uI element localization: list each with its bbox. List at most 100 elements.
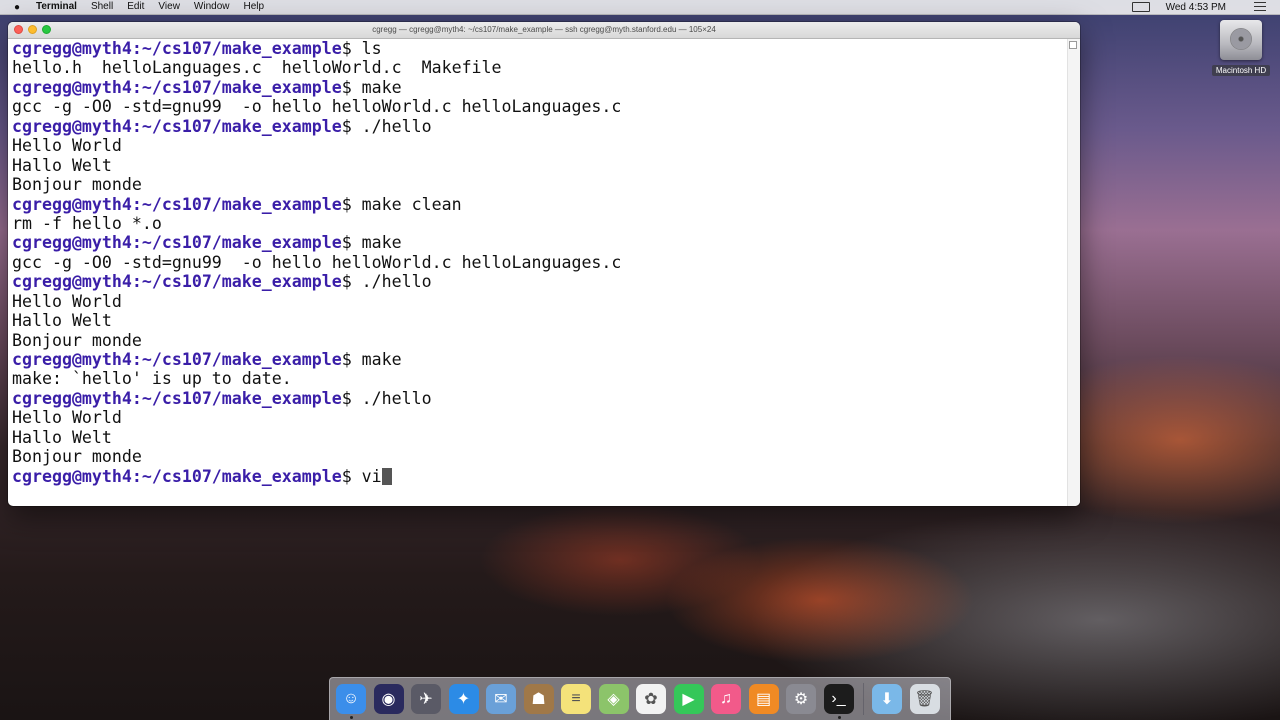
notes-icon[interactable]: ≡ (561, 684, 591, 714)
shell-command: $ ./hello (341, 116, 432, 136)
shell-command: $ ls (341, 39, 382, 58)
output-text: Bonjour monde (12, 330, 142, 350)
mail-icon[interactable]: ✉ (486, 684, 516, 714)
menu-shell[interactable]: Shell (91, 0, 113, 14)
output-text: gcc -g -O0 -std=gnu99 -o hello helloWorl… (12, 252, 622, 272)
shell-command: $ make (341, 77, 402, 97)
terminal-output-line: Hallo Welt (12, 428, 1068, 447)
macintosh-hd-desktop-icon[interactable]: Macintosh HD (1210, 20, 1272, 78)
shell-command: $ ./hello (341, 388, 432, 408)
shell-command: $ make clean (341, 194, 462, 214)
terminal-prompt-line: cgregg@myth4:~/cs107/make_example$ make … (12, 194, 1070, 214)
window-title: cgregg — cgregg@myth4: ~/cs107/make_exam… (372, 25, 716, 34)
window-titlebar[interactable]: cgregg — cgregg@myth4: ~/cs107/make_exam… (8, 22, 1080, 39)
terminal-output-line: gcc -g -O0 -std=gnu99 -o hello helloWorl… (12, 97, 1068, 116)
shell-prompt: cgregg@myth4:~/cs107/make_example (12, 39, 342, 58)
menubar-clock[interactable]: Wed 4:53 PM (1166, 2, 1226, 13)
terminal-prompt-line: cgregg@myth4:~/cs107/make_example$ ./hel… (12, 388, 1070, 408)
safari-icon[interactable]: ✦ (448, 684, 479, 714)
macintosh-hd-label: Macintosh HD (1211, 65, 1271, 76)
maps-icon[interactable]: ◈ (598, 684, 629, 714)
app-menu-terminal[interactable]: Terminal (36, 0, 77, 14)
ibooks-icon[interactable]: ▤ (748, 684, 779, 714)
terminal-output-line: Bonjour monde (12, 175, 1068, 194)
terminal-output-line: gcc -g -O0 -std=gnu99 -o hello helloWorl… (12, 253, 1068, 272)
terminal-prompt-line: cgregg@myth4:~/cs107/make_example$ make (12, 233, 1070, 253)
terminal-window: cgregg — cgregg@myth4: ~/cs107/make_exam… (8, 22, 1080, 506)
output-text: Hallo Welt (12, 311, 112, 331)
terminal-output-line: Hallo Welt (12, 156, 1068, 175)
shell-prompt: cgregg@myth4:~/cs107/make_example (12, 350, 342, 369)
dock: ☺ ◉ ✈ ✦ ✉ ☗ ≡ ◈ ✿ ▶ ♫ ▤ ⚙ ›_ ⬇ 🗑 (329, 677, 951, 720)
output-text: Hallo Welt (12, 427, 112, 447)
contacts-icon[interactable]: ☗ (523, 684, 554, 714)
running-indicator (350, 716, 353, 719)
terminal-icon[interactable]: ›_ (823, 684, 854, 719)
hard-drive-icon (1220, 20, 1262, 60)
terminal-scrollbar[interactable] (1067, 39, 1080, 506)
menubar-status-area: Wed 4:53 PM (1131, 0, 1280, 14)
terminal-output-line: Hello World (12, 292, 1068, 311)
output-text: Hello World (12, 136, 122, 156)
itunes-icon[interactable]: ♫ (711, 684, 741, 714)
output-text: gcc -g -O0 -std=gnu99 -o hello helloWorl… (12, 97, 622, 117)
output-text: Bonjour monde (12, 447, 142, 467)
terminal-prompt-line: cgregg@myth4:~/cs107/make_example$ make (12, 350, 1070, 369)
shell-prompt: cgregg@myth4:~/cs107/make_example (12, 194, 342, 214)
window-controls (14, 25, 51, 34)
menu-view[interactable]: View (158, 0, 180, 14)
output-text: make: `hello' is up to date. (12, 369, 292, 389)
notification-center-icon[interactable] (1254, 2, 1266, 12)
minimize-window-button[interactable] (28, 25, 37, 34)
shell-prompt: cgregg@myth4:~/cs107/make_example (12, 466, 342, 486)
terminal-output-line: Bonjour monde (12, 447, 1068, 466)
terminal-output-line: hello.h helloLanguages.c helloWorld.c Ma… (12, 58, 1068, 77)
dock-divider (863, 683, 864, 715)
apple-icon[interactable]: ● (10, 2, 24, 13)
trash-icon[interactable]: 🗑 (909, 684, 940, 714)
output-text: Hello World (12, 291, 122, 311)
output-text: Hello World (12, 408, 122, 428)
terminal-output-line: rm -f hello *.o (12, 214, 1068, 233)
menu-edit[interactable]: Edit (127, 0, 144, 14)
facetime-icon[interactable]: ▶ (673, 684, 704, 714)
terminal-output-line: make: `hello' is up to date. (12, 369, 1068, 388)
terminal-output[interactable]: cgregg@myth4:~/cs107/make_example$ ls hel… (8, 39, 1070, 506)
terminal-prompt-line: cgregg@myth4:~/cs107/make_example$ ./hel… (12, 116, 1070, 136)
terminal-output-line: Hello World (12, 136, 1068, 155)
finder-icon[interactable]: ☺ (336, 684, 366, 719)
downloads-folder-icon[interactable]: ⬇ (872, 684, 902, 714)
shell-command: $ ./hello (341, 272, 432, 292)
output-text: hello.h helloLanguages.c helloWorld.c Ma… (12, 58, 502, 78)
running-indicator (837, 716, 841, 719)
terminal-prompt-line: cgregg@myth4:~/cs107/make_example$ ./hel… (12, 272, 1070, 292)
text-cursor (381, 467, 392, 485)
menu-bar: ● Terminal Shell Edit View Window Help W… (0, 0, 1280, 15)
terminal-output-line: Hallo Welt (12, 311, 1068, 330)
shell-prompt: cgregg@myth4:~/cs107/make_example (12, 233, 342, 253)
menu-help[interactable]: Help (244, 0, 265, 14)
shell-prompt: cgregg@myth4:~/cs107/make_example (12, 272, 342, 292)
launchpad-icon[interactable]: ✈ (411, 684, 441, 714)
output-text: rm -f hello *.o (12, 213, 162, 233)
shell-command: $ make (341, 233, 402, 253)
output-text: Bonjour monde (12, 175, 142, 195)
display-mirroring-icon[interactable] (1131, 2, 1150, 12)
output-text: Hallo Welt (12, 155, 112, 175)
menu-window[interactable]: Window (194, 0, 230, 14)
terminal-prompt-line: cgregg@myth4:~/cs107/make_example$ ls (12, 39, 1070, 58)
shell-prompt: cgregg@myth4:~/cs107/make_example (12, 388, 342, 408)
shell-command: $ vi (341, 466, 382, 486)
photos-icon[interactable]: ✿ (636, 684, 666, 714)
shell-command: $ make (341, 350, 402, 369)
system-preferences-icon[interactable]: ⚙ (786, 684, 816, 714)
scroll-up-icon[interactable] (1069, 41, 1077, 49)
close-window-button[interactable] (14, 25, 23, 34)
shell-prompt: cgregg@myth4:~/cs107/make_example (12, 77, 342, 97)
terminal-output-line: Bonjour monde (12, 331, 1068, 350)
terminal-output-line: Hello World (12, 408, 1068, 427)
terminal-prompt-line: cgregg@myth4:~/cs107/make_example$ vi (12, 467, 1068, 486)
shell-prompt: cgregg@myth4:~/cs107/make_example (12, 116, 342, 136)
zoom-window-button[interactable] (42, 25, 51, 34)
siri-icon[interactable]: ◉ (373, 684, 404, 714)
